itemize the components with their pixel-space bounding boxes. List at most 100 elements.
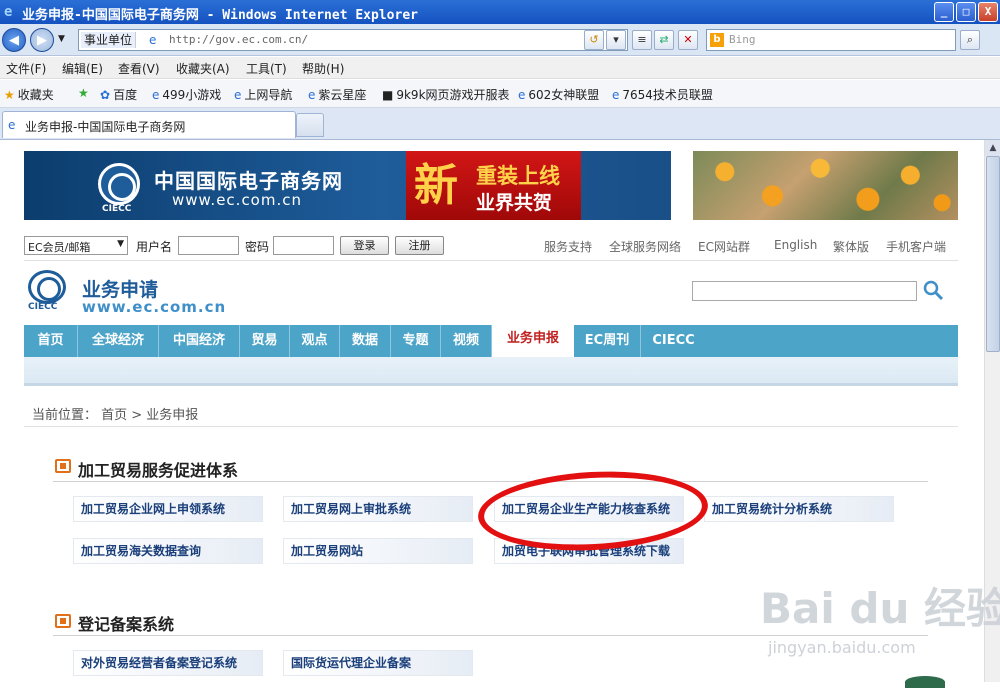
section-icon — [55, 459, 71, 473]
fav-9k9k[interactable]: ■ 9k9k网页游戏开服表 — [382, 86, 510, 103]
menu-edit[interactable]: 编辑(E) — [62, 60, 103, 77]
nav-global-economy[interactable]: 全球经济 — [78, 325, 159, 357]
ie-icon: e — [4, 4, 13, 20]
account-type-select[interactable]: EC会员/邮箱 ▼ — [24, 236, 128, 255]
compat-icon[interactable]: ↺ — [584, 30, 604, 50]
ie-page-icon: e — [8, 118, 16, 132]
login-button[interactable]: 登录 — [340, 236, 389, 255]
menu-favorites[interactable]: 收藏夹(A) — [176, 60, 230, 77]
new-tab-button[interactable] — [296, 113, 324, 137]
nav-business-filing[interactable]: 业务申报 — [492, 323, 574, 359]
main-nav: 首页 全球经济 中国经济 贸易 观点 数据 专题 视频 业务申报 EC周刊 CI… — [24, 323, 958, 359]
search-icon[interactable]: ⌕ — [960, 30, 980, 50]
ciecc-logo[interactable] — [28, 270, 66, 304]
address-category[interactable]: 事业单位 — [81, 32, 137, 48]
menu-file[interactable]: 文件(F) — [6, 60, 46, 77]
banner-domain: www.ec.com.cn — [172, 191, 302, 209]
breadcrumb[interactable]: 当前位置： 首页 > 业务申报 — [32, 404, 198, 423]
nav-topics[interactable]: 专题 — [391, 325, 441, 357]
nav-ec-weekly[interactable]: EC周刊 — [574, 325, 641, 357]
window-title: 业务申报-中国国际电子商务网 - Windows Internet Explor… — [22, 8, 418, 23]
nav-data[interactable]: 数据 — [340, 325, 391, 357]
menu-help[interactable]: 帮助(H) — [302, 60, 344, 77]
ie-page-icon: e — [152, 88, 160, 102]
fruit-image[interactable] — [693, 151, 958, 220]
promo-line2: 业界共贺 — [476, 192, 553, 214]
tab-active[interactable]: e 业务申报-中国国际电子商务网 — [2, 111, 296, 138]
minimize-button[interactable]: _ — [934, 2, 954, 22]
link-traditional[interactable]: 繁体版 — [833, 238, 869, 255]
section-divider — [53, 481, 928, 482]
fav-602[interactable]: e 602女神联盟 — [518, 86, 599, 103]
link-support[interactable]: 服务支持 — [544, 238, 592, 255]
star-icon: ★ — [4, 88, 15, 102]
refresh-icon[interactable]: ⇄ — [654, 30, 674, 50]
ciecc-logo — [98, 163, 140, 205]
fav-baidu[interactable]: ✿ 百度 — [100, 86, 137, 103]
password-input[interactable] — [273, 236, 334, 255]
search-icon[interactable] — [922, 279, 944, 301]
section-title: 加工贸易服务促进体系 — [78, 461, 239, 480]
link-ec-sites[interactable]: EC网站群 — [698, 238, 750, 255]
tab-row: e 业务申报-中国国际电子商务网 — [0, 108, 1000, 140]
maximize-button[interactable]: □ — [956, 2, 976, 22]
tile-online-approval[interactable]: 加工贸易网上审批系统 — [283, 496, 473, 522]
menu-bar: 文件(F) 编辑(E) 查看(V) 收藏夹(A) 工具(T) 帮助(H) — [0, 57, 1000, 79]
sub-nav-border — [24, 383, 958, 386]
address-field[interactable]: 事业单位 e http://gov.ec.com.cn/ — [78, 29, 628, 51]
section-title: 登记备案系统 — [78, 615, 175, 634]
link-mobile[interactable]: 手机客户端 — [886, 238, 946, 255]
baidu-watermark: Bai du 经验 — [760, 584, 1000, 633]
nav-home[interactable]: 首页 — [24, 325, 78, 357]
history-dropdown-icon[interactable]: ▼ — [58, 34, 65, 44]
address-toolbar: ◀ ▶ ▼ 事业单位 e http://gov.ec.com.cn/ ↺ ▾ ≡… — [0, 24, 1000, 56]
tile-enterprise-online-apply[interactable]: 加工贸易企业网上申领系统 — [73, 496, 263, 522]
username-input[interactable] — [178, 236, 239, 255]
scroll-up-icon[interactable]: ▲ — [985, 140, 1000, 156]
menu-tools[interactable]: 工具(T) — [246, 60, 287, 77]
fav-ziyun[interactable]: e 紫云星座 — [308, 86, 366, 103]
tile-freight-forwarder[interactable]: 国际货运代理企业备案 — [283, 650, 473, 676]
tile-customs-data[interactable]: 加工贸易海关数据查询 — [73, 538, 263, 564]
nav-china-economy[interactable]: 中国经济 — [159, 325, 240, 357]
site-banner[interactable]: CIECC 中国国际电子商务网 www.ec.com.cn 新 重装上线 业界共… — [24, 151, 671, 220]
add-favorite-icon[interactable]: ★ — [78, 86, 92, 100]
username-label: 用户名 — [136, 240, 173, 254]
address-url[interactable]: http://gov.ec.com.cn/ — [169, 33, 308, 46]
nav-trade[interactable]: 贸易 — [240, 325, 290, 357]
chevron-down-icon: ▼ — [117, 239, 124, 249]
menu-view[interactable]: 查看(V) — [118, 60, 160, 77]
link-global-network[interactable]: 全球服务网络 — [609, 238, 681, 255]
nav-ciecc[interactable]: CIECC — [641, 325, 706, 357]
banner-ciecc: CIECC — [102, 204, 132, 214]
search-field[interactable]: b Bing — [706, 29, 956, 51]
stop-icon[interactable]: ✕ — [678, 30, 698, 50]
tile-statistics-analysis[interactable]: 加工贸易统计分析系统 — [704, 496, 894, 522]
promo-big-char: 新 — [414, 160, 458, 211]
ie-page-icon: e — [234, 88, 242, 102]
fav-7654[interactable]: e 7654技术员联盟 — [612, 86, 713, 103]
ie-page-icon: e — [308, 88, 316, 102]
header-divider — [24, 260, 958, 261]
register-button[interactable]: 注册 — [395, 236, 444, 255]
fav-nav[interactable]: e 上网导航 — [234, 86, 292, 103]
link-english[interactable]: English — [774, 238, 817, 252]
forward-button[interactable]: ▶ — [30, 28, 54, 52]
back-button[interactable]: ◀ — [2, 28, 26, 52]
rss-icon[interactable]: ≡ — [632, 30, 652, 50]
fav-499[interactable]: e 499小游戏 — [152, 86, 221, 103]
close-button[interactable]: X — [978, 2, 998, 22]
site-search-input[interactable] — [692, 281, 917, 301]
favorites-button[interactable]: ★ 收藏夹 — [4, 86, 54, 103]
bing-icon: b — [710, 33, 724, 47]
ie-page-icon: e — [518, 88, 526, 102]
banner-site-name: 中国国际电子商务网 — [154, 169, 343, 193]
corner-badge — [905, 676, 945, 688]
tile-trade-website[interactable]: 加工贸易网站 — [283, 538, 473, 564]
nav-video[interactable]: 视频 — [441, 325, 492, 357]
tab-title: 业务申报-中国国际电子商务网 — [25, 120, 186, 134]
nav-opinion[interactable]: 观点 — [290, 325, 340, 357]
tile-operator-registration[interactable]: 对外贸易经营者备案登记系统 — [73, 650, 263, 676]
scroll-thumb[interactable] — [986, 156, 1000, 352]
address-dropdown-icon[interactable]: ▾ — [606, 30, 626, 50]
